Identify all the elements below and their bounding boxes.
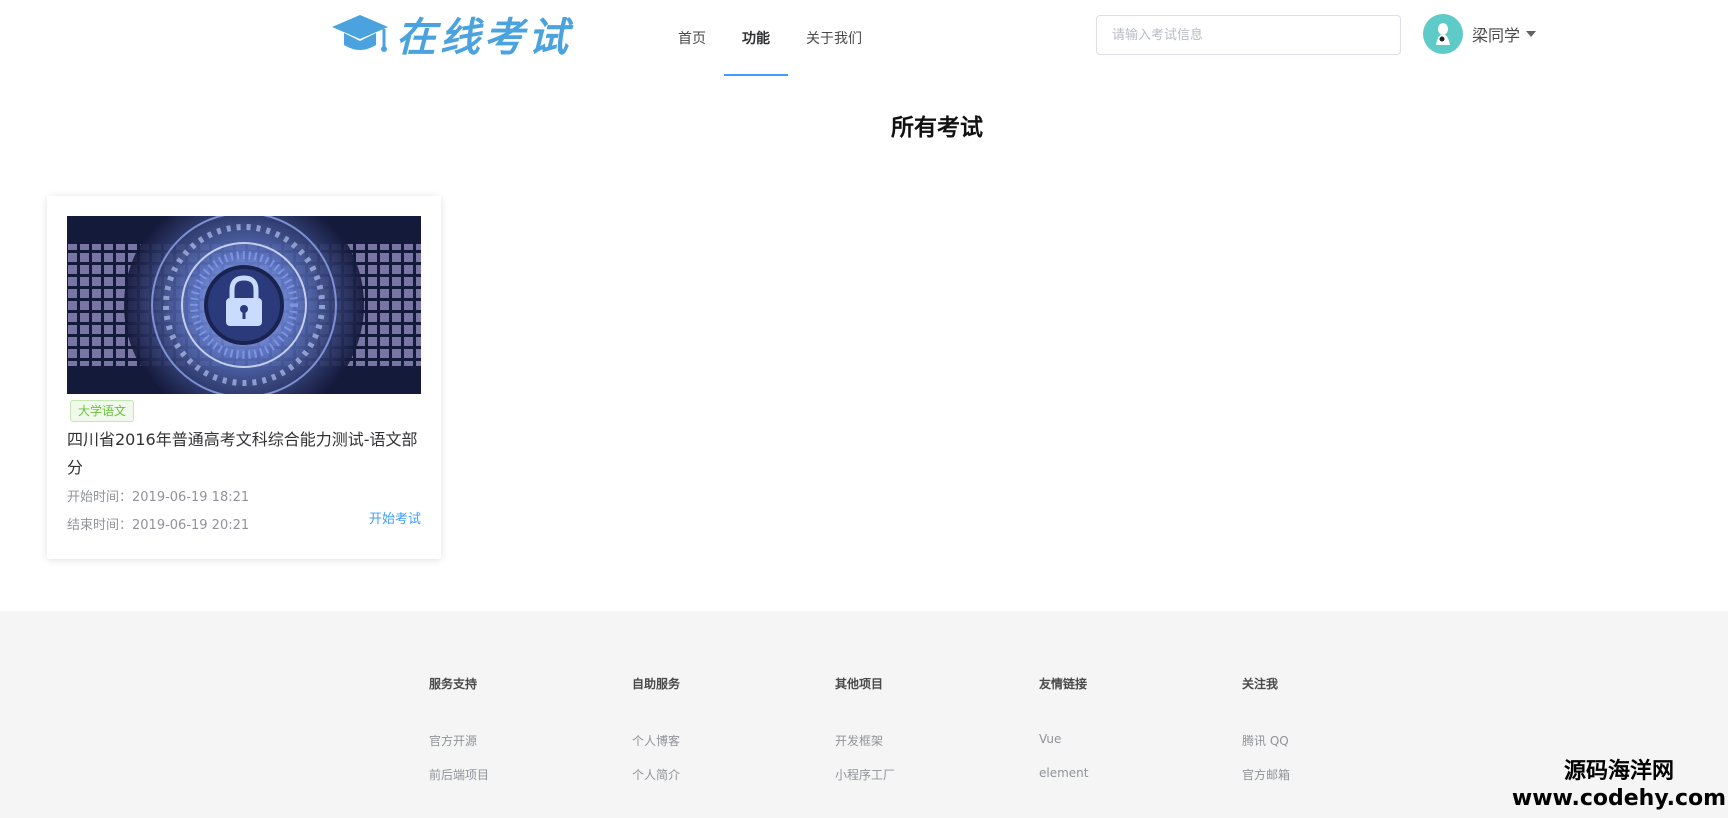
footer-col-title: 关注我 (1242, 677, 1279, 691)
footer-link[interactable]: element (1039, 766, 1088, 780)
nav-about[interactable]: 关于我们 (788, 0, 880, 76)
exam-card[interactable]: 大学语文 四川省2016年普通高考文科综合能力测试-语文部分 开始时间：2019… (47, 196, 441, 559)
footer-col-title: 服务支持 (429, 677, 478, 691)
watermark: 源码海洋网 www.codehy.com (1510, 758, 1728, 812)
search-input[interactable] (1096, 15, 1401, 55)
user-name: 梁同学 (1472, 26, 1521, 45)
exam-cover-image (67, 216, 421, 394)
nav-home[interactable]: 首页 (660, 0, 724, 76)
nav-features[interactable]: 功能 (724, 0, 788, 76)
nav-features-label: 功能 (742, 31, 770, 47)
security-lock-image (67, 216, 421, 394)
footer-link[interactable]: 开发框架 (835, 732, 883, 749)
header: 在线考试 首页 功能 关于我们 梁同学 (0, 0, 1728, 80)
start-exam-button[interactable]: 开始考试 (369, 508, 421, 527)
footer-col-title: 其他项目 (835, 677, 884, 691)
logo-text: 在线考试 (396, 14, 572, 61)
exam-category-tag: 大学语文 (70, 400, 135, 422)
footer-link[interactable]: Vue (1039, 732, 1061, 746)
avatar (1423, 14, 1463, 54)
nav-about-label: 关于我们 (806, 31, 862, 47)
page-title: 所有考试 (0, 108, 1728, 142)
footer-link[interactable]: 个人简介 (632, 766, 680, 783)
footer-link[interactable]: 官方邮箱 (1242, 766, 1290, 783)
footer-link[interactable]: 官方开源 (429, 732, 477, 749)
watermark-line1: 源码海洋网 (1563, 759, 1674, 784)
caret-down-icon (1526, 31, 1537, 37)
logo[interactable]: 在线考试 (330, 10, 572, 61)
footer-link[interactable]: 腾讯 QQ (1242, 732, 1289, 749)
footer: 服务支持 官方开源 前后端项目 自助服务 个人博客 个人简介 其他项目 开发框架… (0, 611, 1728, 818)
graduation-cap-icon (332, 15, 388, 52)
footer-link[interactable]: 小程序工厂 (835, 766, 895, 783)
exam-start-time: 开始时间：2019-06-19 18:21 (67, 490, 250, 505)
user-menu[interactable]: 梁同学 (1423, 13, 1537, 55)
footer-link[interactable]: 个人博客 (632, 732, 680, 749)
exam-end-time: 结束时间：2019-06-19 20:21 (67, 518, 250, 533)
nav-home-label: 首页 (678, 31, 706, 47)
footer-col-title: 友情链接 (1039, 677, 1088, 691)
exam-title[interactable]: 四川省2016年普通高考文科综合能力测试-语文部分 (67, 426, 423, 482)
page-title-text: 所有考试 (891, 115, 983, 141)
footer-col-title: 自助服务 (632, 677, 681, 691)
watermark-line2: www.codehy.com (1511, 786, 1727, 811)
user-avatar-icon (1436, 23, 1450, 45)
main-nav: 首页 功能 关于我们 (660, 0, 880, 76)
footer-link[interactable]: 前后端项目 (429, 766, 489, 783)
